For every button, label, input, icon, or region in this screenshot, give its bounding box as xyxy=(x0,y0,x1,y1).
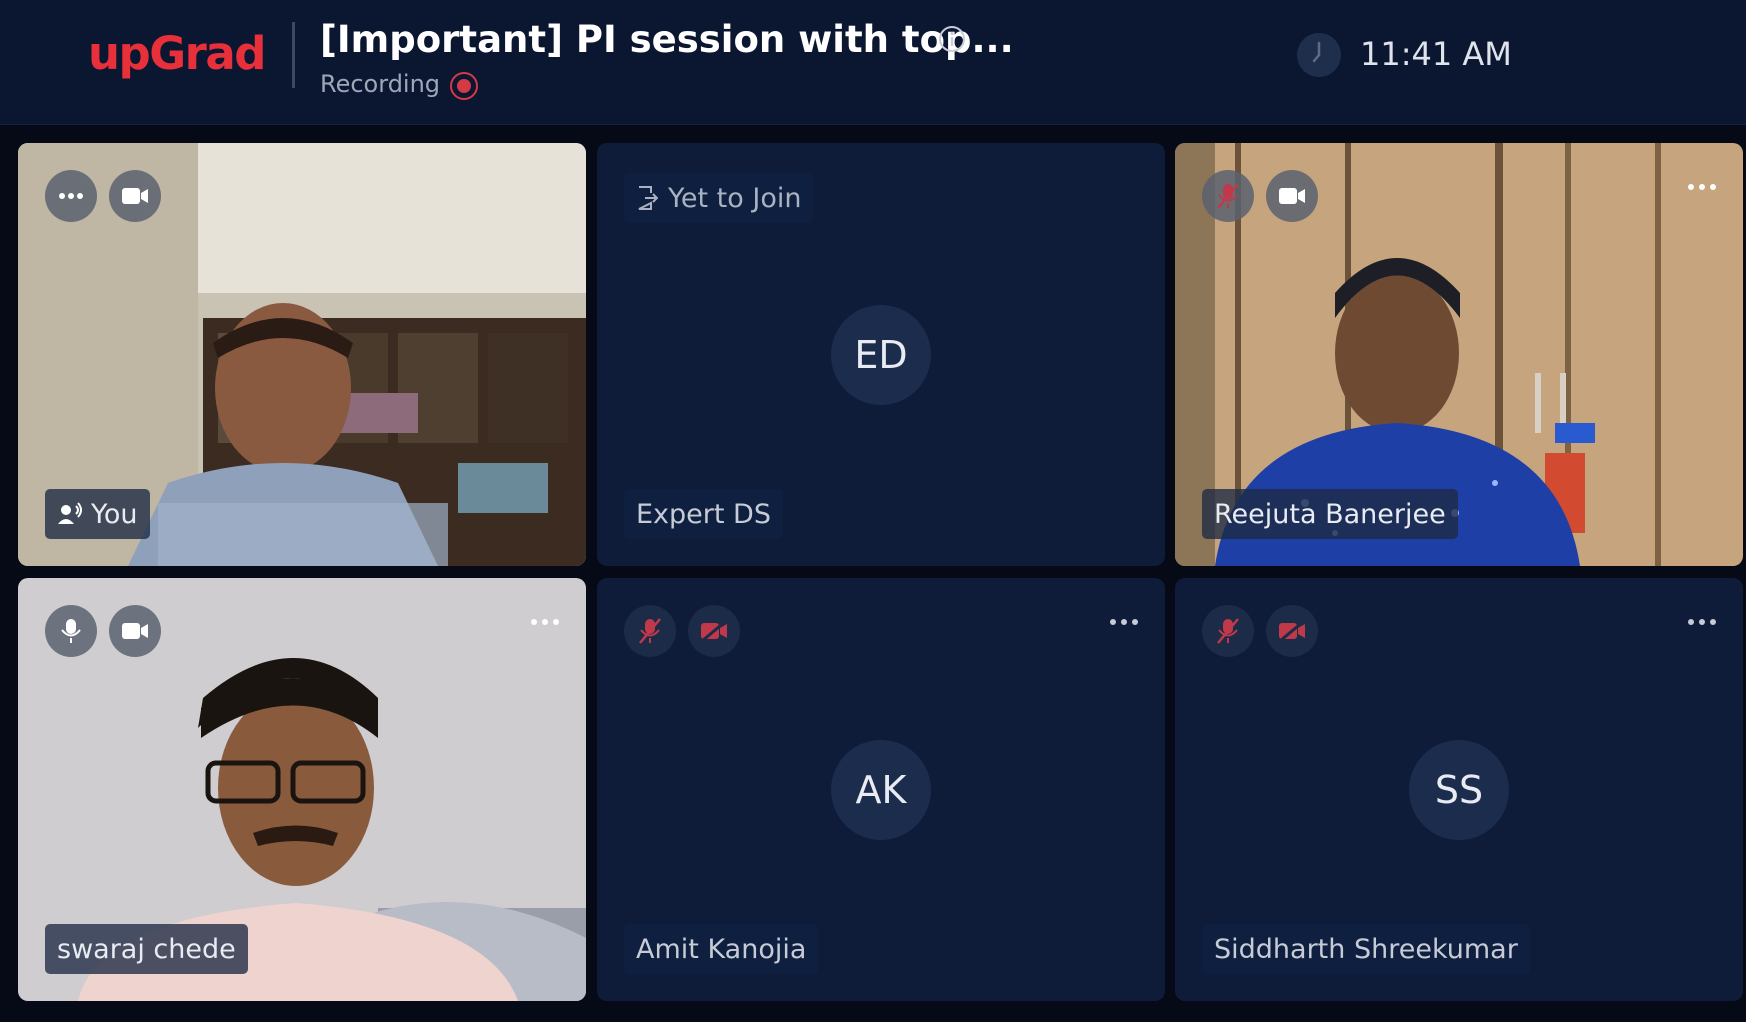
meeting-title: [Important] PI session with top... xyxy=(320,18,1014,61)
meeting-time: 11:41 AM xyxy=(1360,35,1512,73)
more-options-icon[interactable] xyxy=(530,618,560,626)
participant-name-tag: Amit Kanojia xyxy=(624,924,819,974)
upgrad-logo: upGrad xyxy=(88,27,266,80)
info-icon[interactable] xyxy=(938,25,966,53)
participant-tile-you[interactable]: You xyxy=(18,143,586,566)
mic-off-icon xyxy=(639,618,661,644)
participant-name-tag: Expert DS xyxy=(624,489,783,539)
mic-toggle-button[interactable] xyxy=(1202,170,1254,222)
participant-tile-expert-ds[interactable]: Yet to Join ED Expert DS xyxy=(597,143,1165,566)
mic-toggle-button[interactable] xyxy=(1202,605,1254,657)
clock-icon xyxy=(1297,33,1341,77)
audio-activity-button[interactable] xyxy=(45,170,97,222)
more-options-icon[interactable] xyxy=(1687,183,1717,191)
participant-name: Amit Kanojia xyxy=(636,933,807,965)
participant-name: Expert DS xyxy=(636,498,771,530)
camera-toggle-button[interactable] xyxy=(109,605,161,657)
more-options-icon[interactable] xyxy=(1109,618,1139,626)
participant-tile-amit-kanojia[interactable]: AK Amit Kanojia xyxy=(597,578,1165,1001)
speaking-icon xyxy=(58,502,82,524)
yet-to-join-badge: Yet to Join xyxy=(624,173,814,223)
camera-toggle-button[interactable] xyxy=(1266,170,1318,222)
mic-off-icon xyxy=(1217,618,1239,644)
participant-avatar: SS xyxy=(1409,740,1509,840)
mic-toggle-button[interactable] xyxy=(624,605,676,657)
participant-tile-siddharth-shreekumar[interactable]: SS Siddharth Shreekumar xyxy=(1175,578,1743,1001)
video-off-icon xyxy=(701,620,727,642)
header-divider xyxy=(292,22,295,88)
participant-name-tag: swaraj chede xyxy=(45,924,248,974)
mic-off-icon xyxy=(1217,183,1239,209)
participant-name-tag: Reejuta Banerjee xyxy=(1202,489,1458,539)
camera-toggle-button[interactable] xyxy=(109,170,161,222)
recording-label: Recording xyxy=(320,70,441,98)
participant-name-tag: Siddharth Shreekumar xyxy=(1202,924,1530,974)
mic-icon xyxy=(61,619,81,643)
participant-tile-reejuta-banerjee[interactable]: Reejuta Banerjee xyxy=(1175,143,1743,566)
recording-indicator-icon xyxy=(450,72,478,100)
participant-name-tag: You xyxy=(45,489,150,539)
camera-toggle-button[interactable] xyxy=(1266,605,1318,657)
meeting-header: upGrad [Important] PI session with top..… xyxy=(0,0,1746,125)
exit-door-icon xyxy=(638,186,658,210)
participant-name: You xyxy=(91,498,138,530)
participant-avatar: AK xyxy=(831,740,931,840)
video-camera-icon xyxy=(1279,188,1305,204)
participant-tile-swaraj-chede[interactable]: swaraj chede xyxy=(18,578,586,1001)
participant-name: swaraj chede xyxy=(57,933,236,965)
video-camera-icon xyxy=(122,188,148,204)
participant-name: Siddharth Shreekumar xyxy=(1214,933,1518,965)
participant-name: Reejuta Banerjee xyxy=(1214,498,1446,530)
participant-avatar: ED xyxy=(831,305,931,405)
more-options-icon[interactable] xyxy=(1687,618,1717,626)
dots-icon xyxy=(59,193,83,199)
mic-toggle-button[interactable] xyxy=(45,605,97,657)
camera-toggle-button[interactable] xyxy=(688,605,740,657)
video-camera-icon xyxy=(122,623,148,639)
yet-to-join-label: Yet to Join xyxy=(668,182,802,214)
video-off-icon xyxy=(1279,620,1305,642)
